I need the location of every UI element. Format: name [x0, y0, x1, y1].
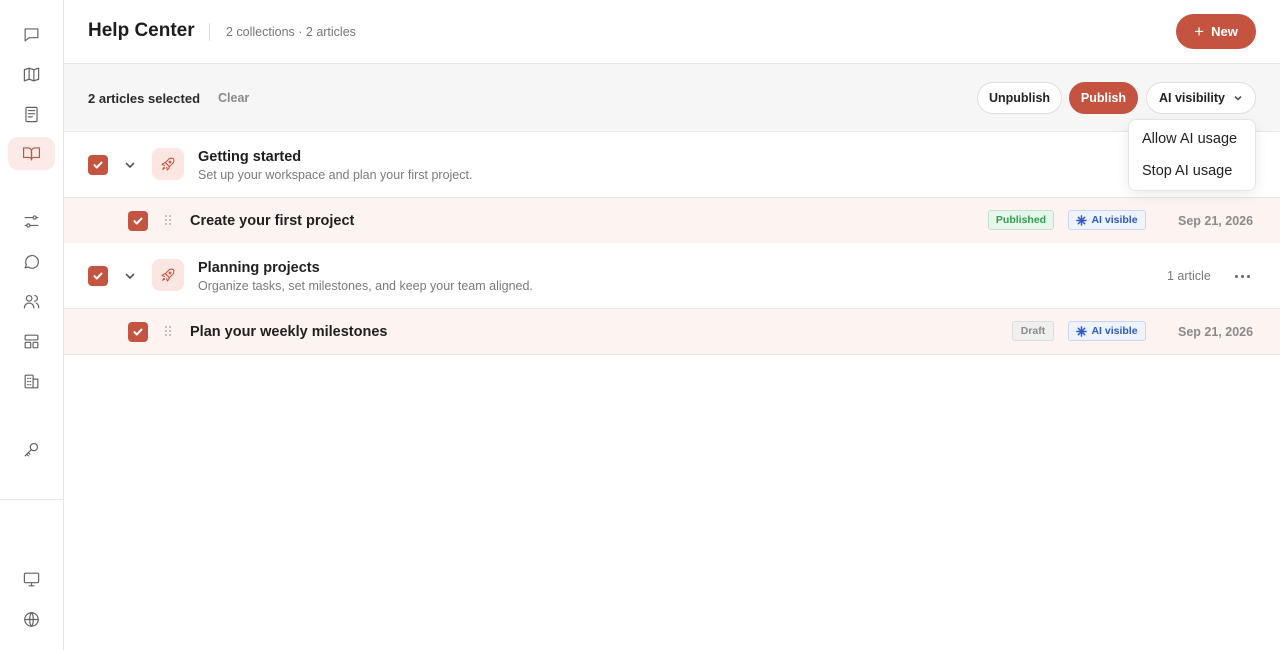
article-row[interactable]: Plan your weekly milestones Draft AI vis…	[64, 309, 1280, 355]
sidebar-item-inbox[interactable]	[8, 18, 55, 51]
title-separator	[209, 23, 210, 41]
sidebar-item-users[interactable]	[8, 285, 55, 318]
article-checkbox[interactable]	[128, 211, 148, 231]
collection-description: Set up your workspace and plan your firs…	[198, 168, 473, 182]
collapse-toggle[interactable]	[123, 269, 137, 283]
menu-item-stop-ai-usage[interactable]: Stop AI usage	[1142, 163, 1232, 179]
globe-icon	[24, 612, 39, 627]
article-row[interactable]: Create your first project Published AI v…	[64, 198, 1280, 244]
sidebar-item-help-center[interactable]	[8, 137, 55, 170]
chat-bubble-icon	[24, 28, 39, 42]
sidebar-item-display[interactable]	[8, 563, 55, 596]
ai-visibility-menu: Allow AI usage Stop AI usage	[1128, 119, 1256, 191]
collection-row[interactable]: Getting started Set up your workspace an…	[64, 132, 1280, 198]
collapse-toggle[interactable]	[123, 158, 137, 172]
unpublish-button[interactable]: Unpublish	[977, 82, 1062, 114]
page-header: Help Center 2 collections · 2 articles +…	[64, 0, 1280, 64]
sparkle-icon	[1076, 214, 1088, 226]
sidebar-item-companies[interactable]	[8, 365, 55, 398]
sidebar-item-language[interactable]	[8, 603, 55, 636]
drag-handle-icon[interactable]	[165, 326, 173, 338]
ai-visibility-button[interactable]: AI visibility	[1146, 82, 1256, 114]
book-open-icon	[22, 147, 41, 161]
article-date: Sep 21, 2026	[1178, 214, 1254, 228]
checkmark-icon	[93, 272, 103, 280]
sparkle-icon	[1076, 325, 1088, 337]
new-button-label: New	[1211, 24, 1238, 39]
collection-icon	[152, 259, 184, 291]
chevron-down-icon	[125, 273, 135, 279]
sidebar-divider	[0, 499, 63, 500]
page-meta: 2 collections · 2 articles	[226, 25, 356, 39]
sidebar-item-changelog[interactable]	[8, 98, 55, 131]
article-title[interactable]: Create your first project	[190, 213, 354, 229]
page-title: Help Center	[88, 20, 195, 41]
rocket-icon	[161, 268, 175, 282]
selection-count: 2 articles selected	[88, 91, 201, 106]
article-title[interactable]: Plan your weekly milestones	[190, 324, 387, 340]
collection-icon	[152, 148, 184, 180]
collection-checkbox[interactable]	[88, 266, 108, 286]
publish-button[interactable]: Publish	[1069, 82, 1138, 114]
ai-visibility-label: AI visibility	[1159, 91, 1225, 105]
collection-title: Planning projects	[198, 260, 320, 276]
sidebar-item-conversations[interactable]	[8, 245, 55, 278]
building-icon	[24, 374, 39, 389]
ai-visible-label: AI visible	[1091, 325, 1138, 337]
checkmark-icon	[133, 328, 143, 336]
rocket-icon	[161, 157, 175, 171]
menu-item-allow-ai-usage[interactable]: Allow AI usage	[1142, 131, 1237, 147]
collection-article-count: 1 article	[1167, 269, 1211, 283]
plus-icon: +	[1194, 22, 1205, 41]
collection-description: Organize tasks, set milestones, and keep…	[198, 279, 533, 293]
status-badge: Published	[988, 210, 1054, 230]
ai-visible-label: AI visible	[1091, 214, 1138, 226]
checkmark-icon	[93, 161, 103, 169]
key-icon	[24, 442, 39, 457]
new-button[interactable]: + New	[1176, 14, 1256, 49]
monitor-icon	[23, 572, 40, 587]
selection-toolbar: 2 articles selected Clear Unpublish Publ…	[64, 64, 1280, 132]
layout-icon	[24, 334, 39, 349]
article-checkbox[interactable]	[128, 322, 148, 342]
drag-handle-icon[interactable]	[165, 215, 173, 227]
clear-selection-link[interactable]: Clear	[218, 91, 249, 105]
ai-visible-badge: AI visible	[1068, 210, 1146, 230]
article-date: Sep 21, 2026	[1178, 325, 1254, 339]
newspaper-icon	[25, 106, 38, 123]
sidebar-item-api-keys[interactable]	[8, 433, 55, 466]
collection-checkbox[interactable]	[88, 155, 108, 175]
collection-row[interactable]: Planning projects Organize tasks, set mi…	[64, 243, 1280, 309]
chevron-down-icon	[125, 162, 135, 168]
map-icon	[23, 67, 40, 82]
users-icon	[23, 294, 40, 309]
message-circle-icon	[24, 255, 39, 269]
ai-visible-badge: AI visible	[1068, 321, 1146, 341]
status-badge: Draft	[1012, 321, 1054, 341]
sidebar-item-layouts[interactable]	[8, 325, 55, 358]
sidebar-item-settings[interactable]	[8, 205, 55, 238]
sidebar-item-roadmap[interactable]	[8, 58, 55, 91]
collection-title: Getting started	[198, 149, 302, 165]
checkmark-icon	[133, 217, 143, 225]
app-sidebar	[0, 0, 64, 650]
sliders-icon	[24, 215, 39, 228]
more-options-icon[interactable]	[1232, 269, 1252, 283]
chevron-down-icon	[1234, 95, 1242, 101]
